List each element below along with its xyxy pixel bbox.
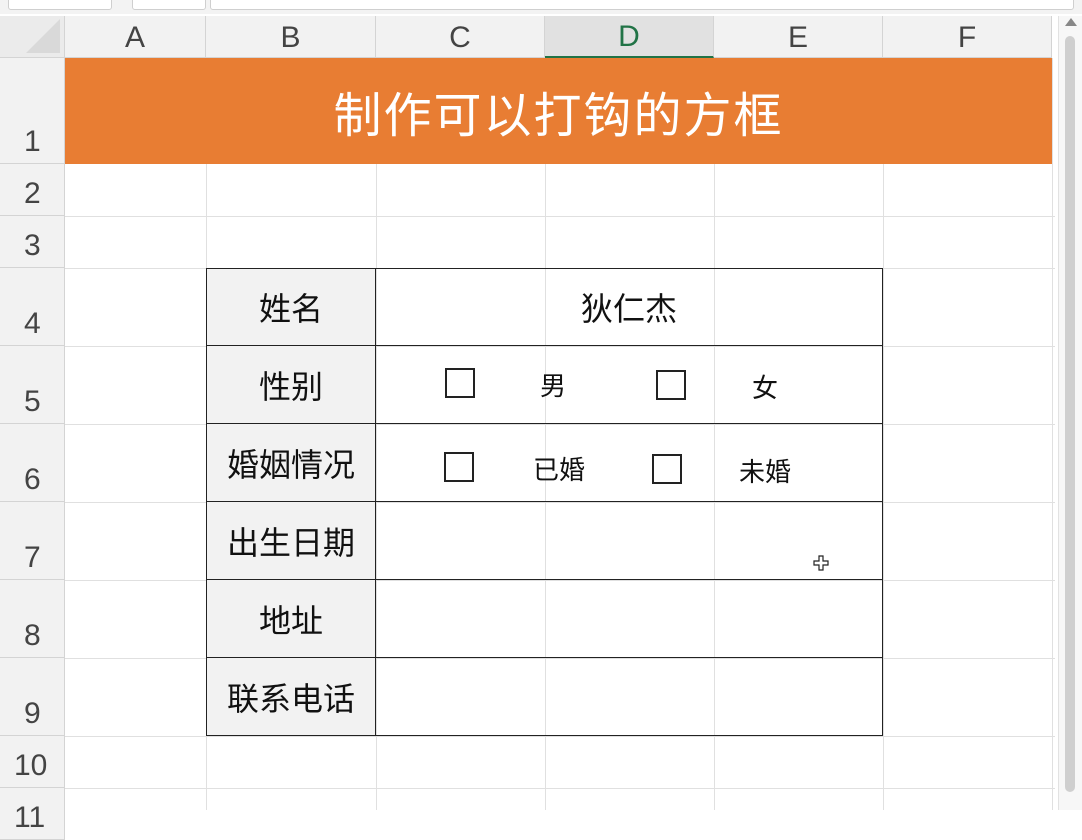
row-header-8[interactable]: 8 bbox=[0, 580, 65, 658]
marital-label-cell[interactable]: 婚姻情况 bbox=[206, 424, 376, 502]
row-header-11[interactable]: 11 bbox=[0, 788, 65, 840]
female-checkbox[interactable] bbox=[656, 370, 686, 400]
row-header-2[interactable]: 2 bbox=[0, 164, 65, 216]
row-header-6[interactable]: 6 bbox=[0, 424, 65, 502]
unmarried-option-label: 未婚 bbox=[739, 458, 792, 488]
address-value-cell[interactable] bbox=[376, 580, 883, 658]
gridline bbox=[65, 736, 1055, 737]
column-header-d[interactable]: D bbox=[545, 16, 714, 58]
male-option-label: 男 bbox=[540, 372, 567, 402]
gridline bbox=[65, 216, 1055, 217]
function-box[interactable] bbox=[132, 0, 206, 10]
cell-cursor-icon bbox=[813, 555, 829, 571]
married-checkbox[interactable] bbox=[444, 452, 474, 482]
column-header-e[interactable]: E bbox=[714, 16, 883, 58]
row-header-9[interactable]: 9 bbox=[0, 658, 65, 736]
phone-value-cell[interactable] bbox=[376, 658, 883, 736]
scroll-up-icon[interactable] bbox=[1065, 18, 1077, 26]
unmarried-checkbox[interactable] bbox=[652, 454, 682, 484]
column-header-f[interactable]: F bbox=[883, 16, 1052, 58]
formula-toolbar bbox=[0, 0, 1082, 14]
column-header-a[interactable]: A bbox=[65, 16, 206, 58]
address-label-cell[interactable]: 地址 bbox=[206, 580, 376, 658]
name-box[interactable] bbox=[8, 0, 112, 10]
gridline bbox=[883, 58, 884, 810]
row-header-5[interactable]: 5 bbox=[0, 346, 65, 424]
column-header-c[interactable]: C bbox=[376, 16, 545, 58]
name-value-cell[interactable]: 狄仁杰 bbox=[376, 268, 883, 346]
select-all-corner[interactable] bbox=[0, 16, 65, 58]
gender-label-cell[interactable]: 性别 bbox=[206, 346, 376, 424]
row-header-4[interactable]: 4 bbox=[0, 268, 65, 346]
row-header-10[interactable]: 10 bbox=[0, 736, 65, 788]
male-checkbox[interactable] bbox=[445, 368, 475, 398]
row-header-1[interactable]: 1 bbox=[0, 58, 65, 164]
select-all-triangle-icon bbox=[26, 19, 60, 53]
formula-input[interactable] bbox=[210, 0, 1074, 10]
name-label-cell[interactable]: 姓名 bbox=[206, 268, 376, 346]
column-header-b[interactable]: B bbox=[206, 16, 376, 58]
scrollbar-thumb[interactable] bbox=[1065, 36, 1075, 792]
row-header-7[interactable]: 7 bbox=[0, 502, 65, 580]
gridline bbox=[1052, 58, 1053, 810]
female-option-label: 女 bbox=[752, 374, 779, 404]
row-header-3[interactable]: 3 bbox=[0, 216, 65, 268]
phone-label-cell[interactable]: 联系电话 bbox=[206, 658, 376, 736]
birth-value-cell[interactable] bbox=[376, 502, 883, 580]
vertical-scrollbar[interactable] bbox=[1058, 16, 1082, 810]
gridline bbox=[65, 788, 1055, 789]
title-cell[interactable]: 制作可以打钩的方框 bbox=[65, 58, 1052, 164]
birth-label-cell[interactable]: 出生日期 bbox=[206, 502, 376, 580]
married-option-label: 已婚 bbox=[533, 456, 586, 486]
